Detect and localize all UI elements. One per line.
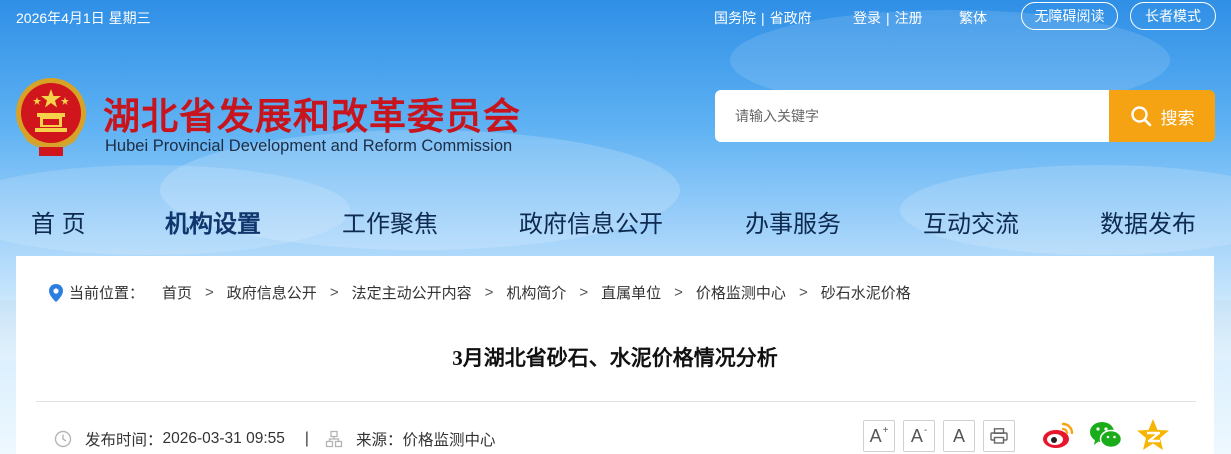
breadcrumb-item[interactable]: 机构简介 <box>506 282 566 303</box>
article-title: 3月湖北省砂石、水泥价格情况分析 <box>452 346 778 370</box>
scenery-left <box>0 300 16 360</box>
breadcrumb-item[interactable]: 法定主动公开内容 <box>352 282 472 303</box>
breadcrumb-item[interactable]: 砂石水泥价格 <box>821 282 911 303</box>
national-emblem-icon[interactable] <box>13 75 89 159</box>
divider <box>36 401 1196 402</box>
weibo-icon[interactable] <box>1041 418 1075 452</box>
gov-links: 国务院 | 省政府 <box>714 8 812 28</box>
publish-label: 发布时间： <box>85 432 163 449</box>
current-date: 2026年4月1日 星期三 <box>16 10 151 26</box>
wechat-icon[interactable] <box>1089 418 1123 452</box>
link-state-council[interactable]: 国务院 <box>714 10 756 26</box>
breadcrumb-item[interactable]: 直属单位 <box>601 282 661 303</box>
print-icon <box>990 428 1008 444</box>
account-links: 登录 | 注册 <box>853 8 923 28</box>
font-smaller-button[interactable]: A- <box>903 420 935 452</box>
qzone-icon[interactable] <box>1136 418 1170 452</box>
site-title[interactable]: 湖北省发展和改革委员会 <box>103 86 521 140</box>
breadcrumb-item[interactable]: 政府信息公开 <box>227 282 317 303</box>
nav-data-release[interactable]: 数据发布 <box>1100 204 1196 239</box>
site-subtitle: Hubei Provincial Development and Reform … <box>105 137 513 155</box>
nav-services[interactable]: 办事服务 <box>745 204 841 239</box>
search-button-label: 搜索 <box>1160 108 1195 128</box>
breadcrumb-label: 当前位置： <box>69 285 145 302</box>
breadcrumb-separator: > <box>674 284 683 301</box>
nav-interaction[interactable]: 互动交流 <box>923 204 1019 239</box>
search-input[interactable] <box>715 90 1095 142</box>
nav-gov-info[interactable]: 政府信息公开 <box>519 204 663 239</box>
content-panel: 当前位置： 首页 > 政府信息公开 > 法定主动公开内容 > 机构简介 > 直属… <box>16 256 1214 454</box>
search-icon <box>1130 106 1151 127</box>
breadcrumb-separator: > <box>579 284 589 301</box>
clock-icon <box>54 430 72 448</box>
source-label: 来源： <box>355 432 403 449</box>
breadcrumb-separator: > <box>484 284 494 301</box>
publish-time: 2026-03-31 09:55 <box>162 430 285 447</box>
source-icon <box>325 430 343 448</box>
link-separator: | <box>886 10 890 26</box>
breadcrumb-item[interactable]: 首页 <box>162 282 192 303</box>
article-meta: 发布时间： 2026-03-31 09:55 | 来源： 价格监测中心 <box>54 428 495 450</box>
register-link[interactable]: 注册 <box>895 10 923 26</box>
font-default-button[interactable]: A <box>943 420 975 452</box>
breadcrumb-item[interactable]: 价格监测中心 <box>696 282 786 303</box>
breadcrumb: 当前位置： 首页 > 政府信息公开 > 法定主动公开内容 > 机构简介 > 直属… <box>49 282 911 303</box>
nav-work-focus[interactable]: 工作聚焦 <box>342 204 438 239</box>
breadcrumb-separator: > <box>798 284 808 301</box>
top-bar: 2026年4月1日 星期三 国务院 | 省政府 登录 | 注册 繁体 无障碍阅读 长者模… <box>0 0 1231 34</box>
breadcrumb-separator: > <box>329 284 339 301</box>
print-button[interactable] <box>983 420 1015 452</box>
traditional-chinese-link[interactable]: 繁体 <box>959 8 987 28</box>
font-larger-button[interactable]: A + <box>863 420 895 452</box>
search-button[interactable]: 搜索 <box>1109 90 1215 142</box>
accessibility-button[interactable]: 无障碍阅读 <box>1021 2 1118 30</box>
search-box <box>715 90 1110 142</box>
link-separator: | <box>761 10 765 26</box>
nav-organization[interactable]: 机构设置 <box>165 204 261 239</box>
location-pin-icon <box>49 283 63 302</box>
elder-mode-button[interactable]: 长者模式 <box>1130 2 1216 30</box>
link-provincial-gov[interactable]: 省政府 <box>770 10 812 26</box>
source-value: 价格监测中心 <box>402 432 496 449</box>
scenery-right <box>1214 300 1231 360</box>
breadcrumb-separator: > <box>205 284 214 301</box>
meta-separator: | <box>304 430 309 447</box>
nav-home[interactable]: 首 页 <box>31 204 86 239</box>
login-link[interactable]: 登录 <box>853 10 881 26</box>
main-nav: 首 页 机构设置 工作聚焦 政府信息公开 办事服务 互动交流 数据发布 <box>0 204 1231 248</box>
